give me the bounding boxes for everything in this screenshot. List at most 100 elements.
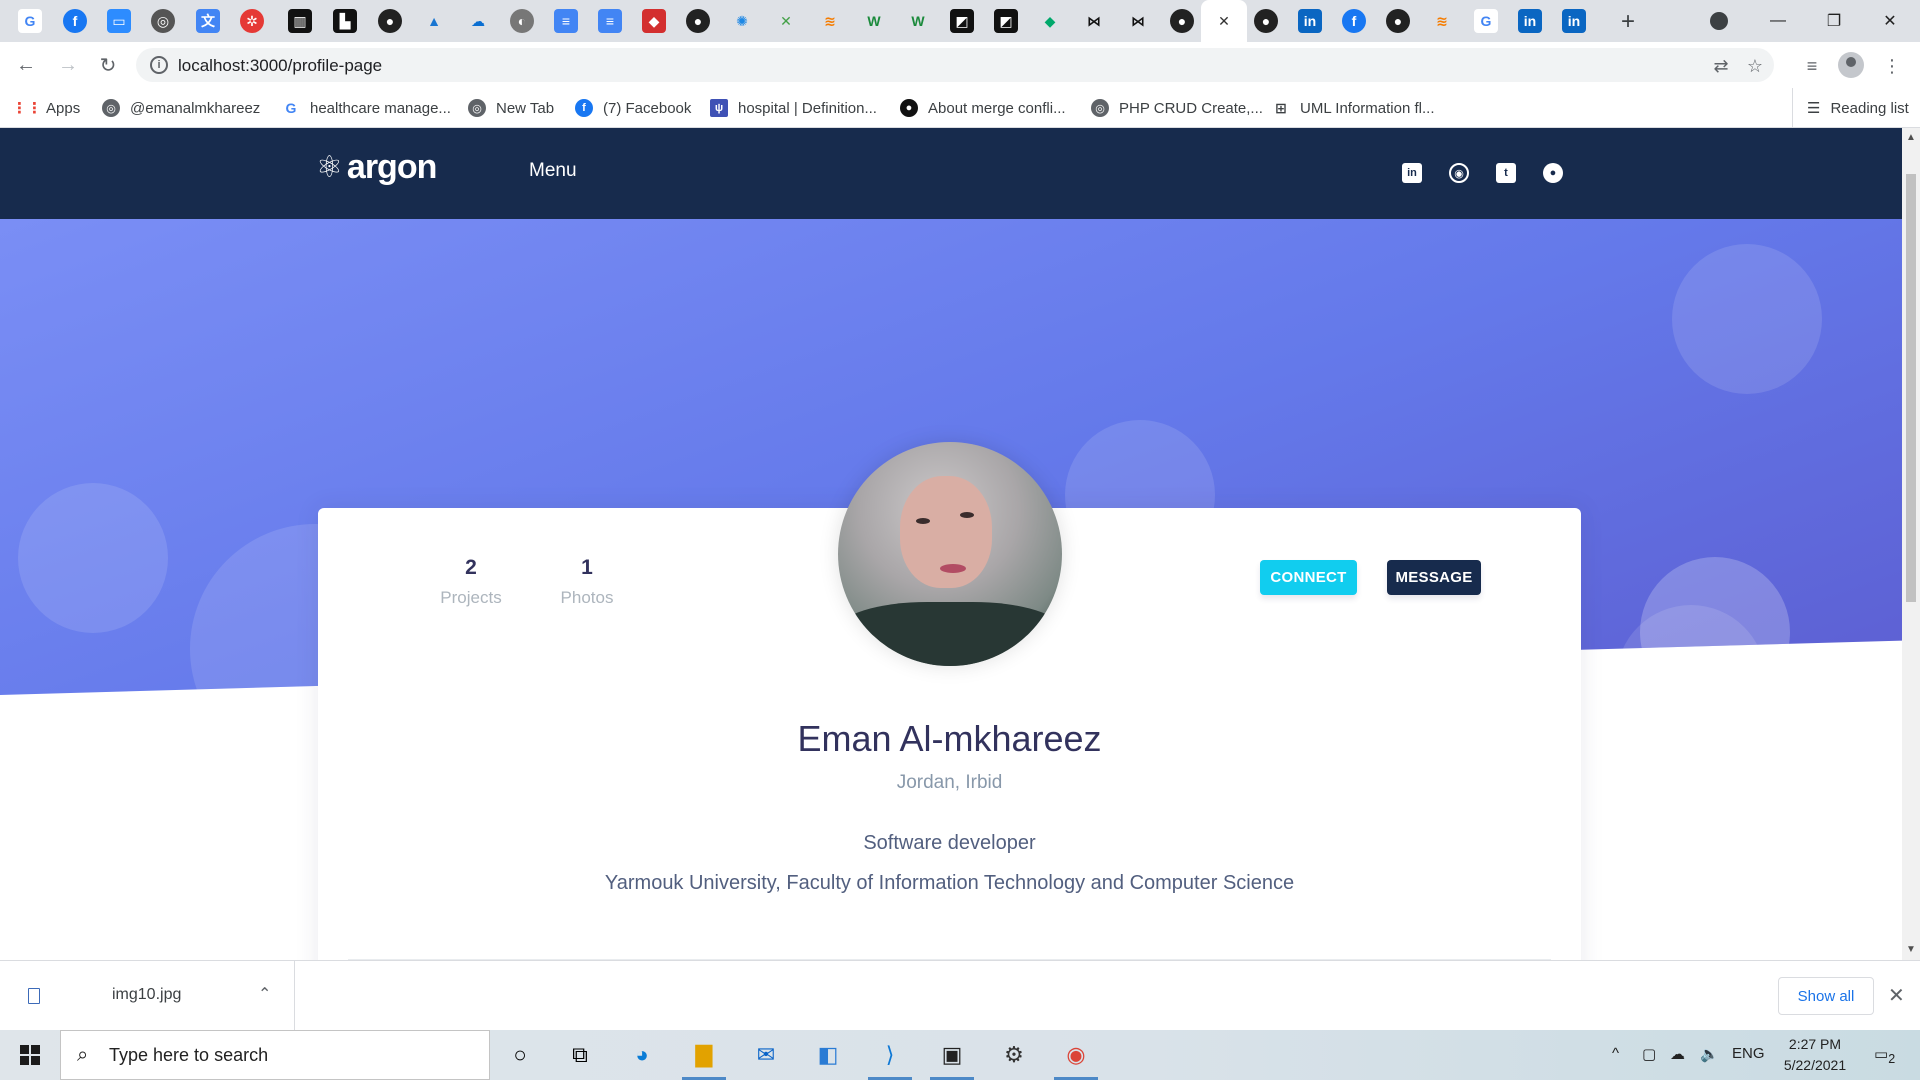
taskbar-search-box[interactable]: ⌕ Type here to search <box>60 1030 490 1080</box>
tab-site-b[interactable]: ✲ <box>240 9 264 33</box>
tab-docs-1[interactable]: ≡ <box>554 9 578 33</box>
close-icon[interactable]: ✕ <box>1888 983 1905 1008</box>
tab-site-k[interactable]: ◆ <box>1038 9 1062 33</box>
forward-button[interactable]: → <box>52 50 84 80</box>
bookmark-new-tab[interactable]: ◎ New Tab <box>468 88 554 128</box>
new-tab-button[interactable]: + <box>1614 8 1642 36</box>
tab-site-c[interactable]: ▥ <box>288 9 312 33</box>
more-menu-icon[interactable]: ⋮ <box>1880 54 1904 78</box>
cloud-icon[interactable]: ☁ <box>1670 1045 1685 1063</box>
github-icon[interactable]: ● <box>1543 163 1563 183</box>
info-icon[interactable]: i <box>150 56 168 74</box>
tab-github-3[interactable]: ● <box>1170 9 1194 33</box>
linkedin-icon[interactable]: in <box>1402 163 1422 183</box>
bookmark-merge-conflicts[interactable]: ● About merge confli... <box>900 88 1066 128</box>
reading-list-button[interactable]: ☰ Reading list <box>1792 88 1909 128</box>
tab-stackoverflow-1[interactable]: ≋ <box>818 9 842 33</box>
reload-button[interactable]: ↻ <box>92 50 124 80</box>
notification-icon[interactable]: ▭2 <box>1874 1045 1895 1066</box>
profile-avatar-icon[interactable] <box>1838 52 1864 78</box>
tab-github-5[interactable]: ● <box>1386 9 1410 33</box>
url-text[interactable]: localhost:3000/profile-page <box>178 56 382 76</box>
tab-azure[interactable]: ▲ <box>422 9 446 33</box>
maximize-button[interactable]: ❐ <box>1806 0 1862 42</box>
tab-onedrive[interactable]: ☁ <box>466 9 490 33</box>
tab-site-h[interactable]: ✕ <box>774 9 798 33</box>
scroll-up-icon[interactable]: ▲ <box>1906 132 1916 143</box>
store-icon[interactable]: ◧ <box>798 1030 858 1080</box>
cortana-icon[interactable]: ○ <box>490 1030 550 1080</box>
tab-w3schools-2[interactable]: W <box>906 9 930 33</box>
window-close-button[interactable]: ✕ <box>1862 0 1918 42</box>
chevron-up-icon[interactable]: ⌃ <box>258 984 271 1004</box>
scroll-down-icon[interactable]: ▼ <box>1906 944 1916 955</box>
tab-active[interactable]: ✕ <box>1201 0 1247 42</box>
bookmark-php-crud[interactable]: ◎ PHP CRUD Create,... <box>1091 88 1263 128</box>
tab-github-2[interactable]: ● <box>686 9 710 33</box>
menu-link[interactable]: Menu <box>529 160 577 182</box>
tab-site-l[interactable]: ⋈ <box>1082 9 1106 33</box>
tab-docs-2[interactable]: ≡ <box>598 9 622 33</box>
show-all-button[interactable]: Show all <box>1778 977 1874 1015</box>
bookmark-uml[interactable]: ⊞ UML Information fl... <box>1272 88 1434 128</box>
tab-google-2[interactable]: G <box>1474 9 1498 33</box>
tab-github-1[interactable]: ● <box>378 9 402 33</box>
download-item[interactable]: img10.jpg ⌃ <box>0 961 295 1031</box>
tab-site-e[interactable]: ◐ <box>510 9 534 33</box>
tab-stackoverflow-2[interactable]: ≋ <box>1430 9 1454 33</box>
twitter-icon[interactable]: t <box>1496 163 1516 183</box>
vscode-icon[interactable]: ⟩ <box>860 1030 920 1080</box>
bookmark-facebook[interactable]: f (7) Facebook <box>575 88 691 128</box>
address-bar[interactable]: i localhost:3000/profile-page ⇄ ☆ <box>136 48 1774 82</box>
tab-site-d[interactable]: ▙ <box>333 9 357 33</box>
language-indicator[interactable]: ENG <box>1732 1045 1765 1062</box>
back-button[interactable]: ← <box>10 50 42 80</box>
tab-linkedin-2[interactable]: in <box>1518 9 1542 33</box>
tab-google[interactable]: G <box>18 9 42 33</box>
download-file-name[interactable]: img10.jpg <box>112 986 181 1004</box>
chevron-up-icon[interactable]: ^ <box>1612 1045 1619 1062</box>
volume-icon[interactable]: 🔈 <box>1700 1045 1719 1063</box>
tab-search-icon[interactable] <box>1710 12 1728 30</box>
bookmark-hospital[interactable]: ψ hospital | Definition... <box>710 88 877 128</box>
page-scrollbar[interactable]: ▲ ▼ <box>1902 128 1920 960</box>
tab-site-f[interactable]: ◆ <box>642 9 666 33</box>
tab-github-4[interactable]: ● <box>1254 9 1278 33</box>
mail-icon[interactable]: ✉ <box>736 1030 796 1080</box>
tab-site-i[interactable]: ◩ <box>950 9 974 33</box>
tab-facebook-2[interactable]: f <box>1342 9 1366 33</box>
connect-button[interactable]: CONNECT <box>1260 560 1357 595</box>
star-icon[interactable]: ☆ <box>1744 55 1766 77</box>
message-button[interactable]: MESSAGE <box>1387 560 1481 595</box>
chrome-icon[interactable]: ◉ <box>1046 1030 1106 1080</box>
profile-avatar[interactable] <box>838 442 1062 666</box>
scroll-thumb[interactable] <box>1906 174 1916 602</box>
device-icon[interactable]: ▢ <box>1642 1045 1656 1063</box>
translate-icon[interactable]: ⇄ <box>1710 55 1732 77</box>
bookmark-emanalmkhareez[interactable]: ◎ @emanalmkhareez <box>102 88 260 128</box>
task-view-icon[interactable]: ⧉ <box>550 1030 610 1080</box>
taskbar-clock[interactable]: 2:27 PM 5/22/2021 <box>1770 1034 1860 1076</box>
tab-zoom[interactable]: ▭ <box>107 9 131 33</box>
tab-linkedin-1[interactable]: in <box>1298 9 1322 33</box>
tab-facebook[interactable]: f <box>63 9 87 33</box>
tab-w3schools-1[interactable]: W <box>862 9 886 33</box>
close-icon[interactable]: ✕ <box>1218 13 1230 30</box>
tab-site-a[interactable]: ◎ <box>151 9 175 33</box>
edge-icon[interactable]: ◕ <box>612 1030 672 1080</box>
tab-site-m[interactable]: ⋈ <box>1126 9 1150 33</box>
tab-linkedin-3[interactable]: in <box>1562 9 1586 33</box>
media-icon[interactable]: ≡ <box>1800 54 1824 78</box>
instagram-icon[interactable]: ◉ <box>1449 163 1469 183</box>
start-button[interactable] <box>0 1030 60 1080</box>
terminal-icon[interactable]: ▣ <box>922 1030 982 1080</box>
file-explorer-icon[interactable]: ▇ <box>674 1030 734 1080</box>
brand-logo[interactable]: ⚛ argon <box>316 148 437 187</box>
tab-site-g[interactable]: ✺ <box>730 9 754 33</box>
settings-gear-icon[interactable]: ⚙ <box>984 1030 1044 1080</box>
minimize-button[interactable]: — <box>1750 0 1806 42</box>
bookmark-healthcare[interactable]: G healthcare manage... <box>282 88 451 128</box>
tab-site-j[interactable]: ◩ <box>994 9 1018 33</box>
tab-translate[interactable]: 文 <box>196 9 220 33</box>
bookmark-apps[interactable]: ⋮⋮ Apps <box>12 88 80 128</box>
